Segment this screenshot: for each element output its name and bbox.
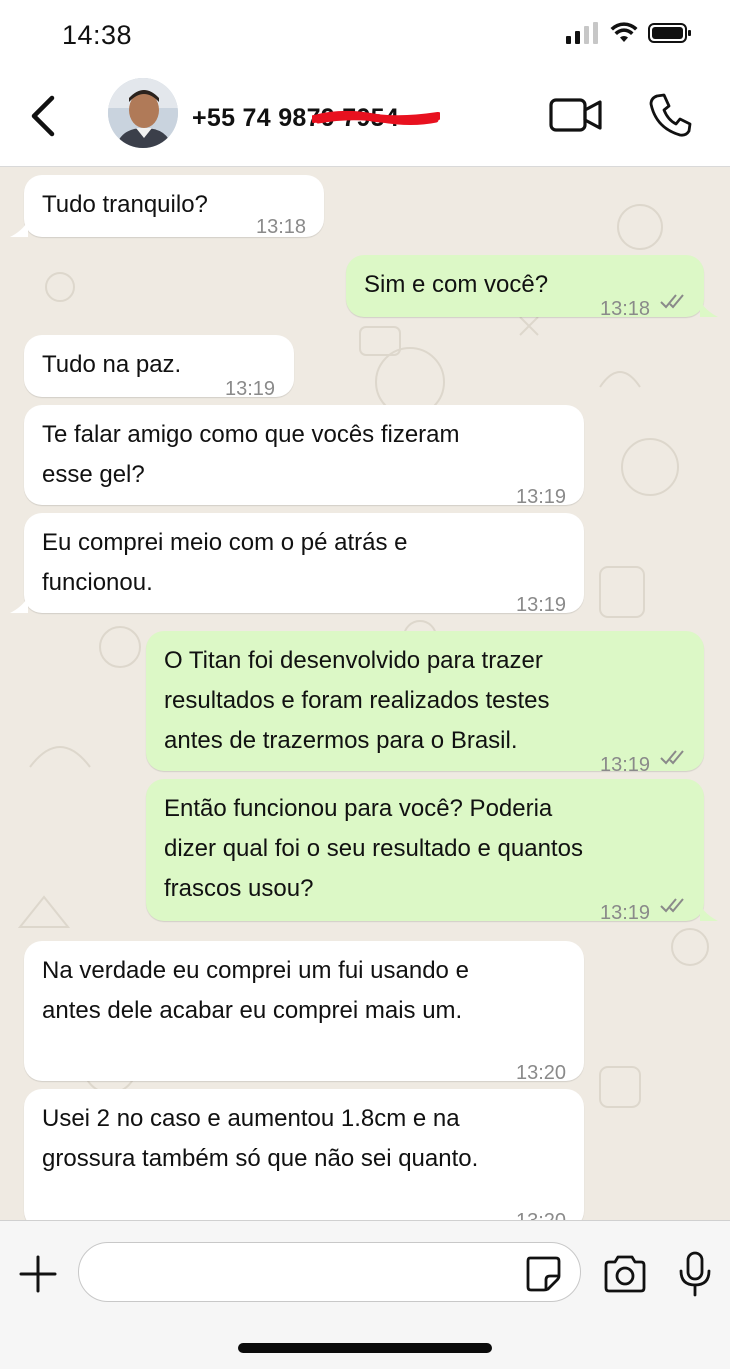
message-time: 13:19 — [516, 486, 567, 508]
video-call-icon[interactable] — [548, 94, 604, 136]
signal-icon — [566, 22, 598, 44]
back-chevron-icon[interactable] — [24, 92, 64, 140]
message-text: Então funcionou para você? Poderia dizer… — [164, 795, 583, 902]
message-incoming[interactable]: Tudo tranquilo? 13:18 — [24, 175, 324, 238]
double-check-icon — [660, 750, 684, 765]
status-time: 14:38 — [62, 20, 133, 50]
message-incoming[interactable]: Eu comprei meio com o pé atrás e funcion… — [24, 513, 584, 616]
double-check-icon — [660, 294, 684, 309]
redaction-scribble — [312, 110, 440, 125]
bubble-tail — [700, 301, 718, 317]
message-time: 13:20 — [516, 1062, 567, 1084]
message-incoming[interactable]: Na verdade eu comprei um fui usando e an… — [24, 941, 584, 1084]
status-icons — [566, 22, 692, 44]
message-text: O Titan foi desenvolvido para trazer res… — [164, 647, 550, 754]
home-indicator[interactable] — [238, 1343, 492, 1353]
message-text: Eu comprei meio com o pé atrás e funcion… — [42, 529, 408, 596]
message-time: 13:19 — [225, 378, 276, 400]
message-incoming[interactable]: Tudo na paz. 13:19 — [24, 335, 294, 400]
sticker-icon[interactable] — [524, 1254, 562, 1292]
contact-avatar[interactable] — [108, 78, 178, 148]
camera-icon[interactable] — [602, 1255, 648, 1293]
message-text: Tudo tranquilo? — [42, 191, 208, 218]
message-outgoing[interactable]: Sim e com você? 13:18 — [346, 255, 704, 320]
message-text: Sim e com você? — [364, 271, 549, 298]
message-text: Te falar amigo como que vocês fizeram es… — [42, 421, 460, 488]
message-time: 13:19 — [516, 594, 567, 616]
wifi-icon — [610, 22, 638, 42]
message-text: Usei 2 no caso e aumentou 1.8cm e na gro… — [42, 1105, 479, 1172]
plus-icon[interactable] — [18, 1254, 58, 1294]
double-check-icon — [660, 898, 684, 913]
message-time: 13:18 — [256, 216, 307, 238]
message-incoming[interactable]: Usei 2 no caso e aumentou 1.8cm e na gro… — [24, 1089, 584, 1220]
message-outgoing[interactable]: Então funcionou para você? Poderia dizer… — [146, 779, 704, 924]
chat-header: +55 74 9879 7954 — [0, 70, 730, 167]
phone-call-icon[interactable] — [648, 92, 692, 138]
microphone-icon[interactable] — [678, 1251, 712, 1297]
message-incoming[interactable]: Te falar amigo como que vocês fizeram es… — [24, 405, 584, 508]
avatar-portrait-icon — [108, 78, 178, 148]
bubble-tail — [10, 221, 28, 237]
message-time: 13:18 — [600, 298, 651, 320]
chat-area[interactable]: Tudo tranquilo? 13:18 Sim e com você? 13… — [0, 167, 730, 1220]
message-time: 13:20 — [516, 1201, 566, 1220]
bubble-tail — [10, 597, 28, 613]
bubble-tail — [700, 905, 718, 921]
message-input[interactable] — [78, 1242, 581, 1302]
battery-icon — [648, 23, 691, 43]
message-text: Na verdade eu comprei um fui usando e an… — [42, 957, 469, 1024]
message-text: Tudo na paz. — [42, 351, 182, 378]
message-time: 13:19 — [600, 902, 651, 924]
status-bar: 14:38 — [0, 0, 730, 70]
message-outgoing[interactable]: O Titan foi desenvolvido para trazer res… — [146, 631, 704, 776]
